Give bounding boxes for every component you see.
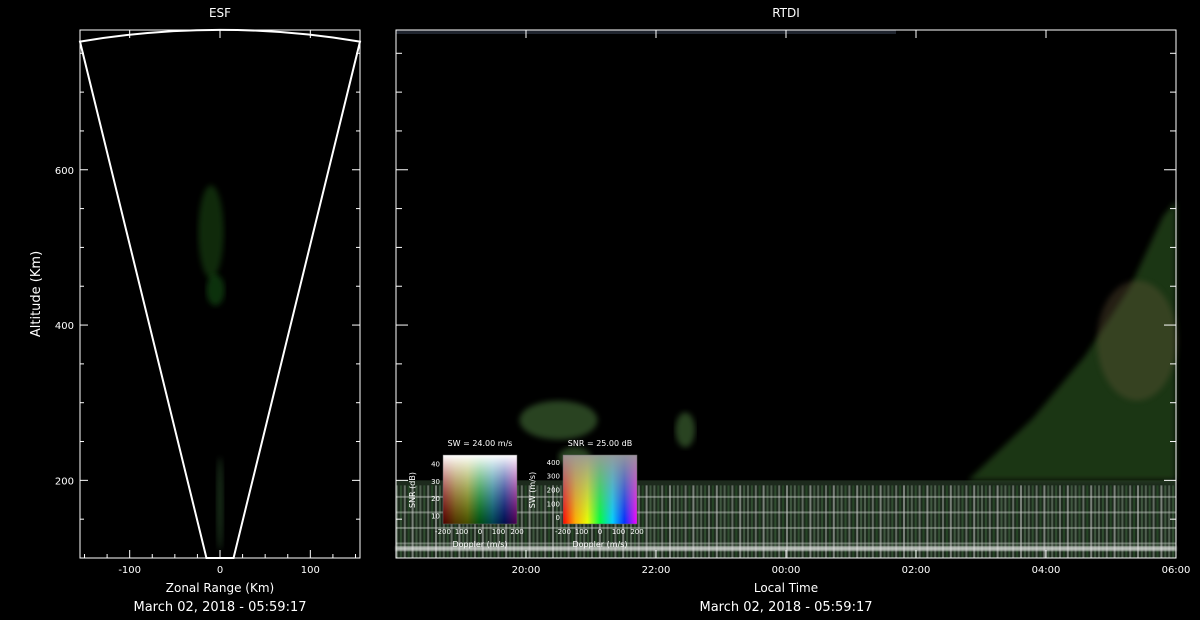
legend-ytick-label: 30 (431, 478, 440, 486)
rtdi-xtick-label: 04:00 (1032, 565, 1061, 576)
legend-sw-ylabel: SNR (dB) (408, 472, 417, 508)
figure-canvas: ESF -100 0 100200400600 Altitude (Km) Zona… (29, 6, 1191, 615)
rtdi-top-noise (396, 30, 896, 34)
legend-snr-grey (563, 455, 637, 524)
esf-echoes (198, 185, 225, 551)
legend-ytick-label: 300 (547, 473, 560, 481)
rtdi-xtick-label: 02:00 (902, 565, 931, 576)
legend-sw-dark (443, 455, 517, 524)
legend-xtick-label: 200 (510, 528, 523, 536)
esf-ytick-label: 200 (55, 476, 74, 487)
esf-ytick-label: 600 (55, 166, 74, 177)
esf-echo (216, 457, 224, 551)
legend-sw-title: SW = 24.00 m/s (448, 439, 513, 448)
legend-ytick-label: 100 (547, 500, 560, 508)
esf-ytick-label: 400 (55, 321, 74, 332)
esf-echo (198, 185, 224, 279)
legend-xtick-label: 100 (455, 528, 468, 536)
esf-xlabel: Zonal Range (Km) (166, 581, 274, 595)
rtdi-xtick-label: 06:00 (1162, 565, 1191, 576)
rtdi-echo-plume-core (1097, 280, 1177, 401)
rtdi-title: RTDI (772, 6, 800, 20)
rtdi-xtick-label: 20:00 (512, 565, 541, 576)
rtdi-echo-patch (675, 412, 695, 448)
rtdi-echo-streak (396, 542, 1176, 545)
esf-panel: ESF -100 0 100 200 400 600 Altitude (Km) Zona… (29, 6, 362, 615)
esf-xtick-label: -100 (118, 565, 141, 576)
esf-xtick-label: 100 (301, 565, 320, 576)
legend-sw-xticks: -200 100 0 100 200 (435, 528, 524, 536)
esf-echo (206, 274, 225, 306)
legend-ytick-label: 40 (431, 461, 440, 469)
legend-xtick-label: 100 (575, 528, 588, 536)
legend-xtick-label: 0 (478, 528, 482, 536)
rtdi-echo-patch (519, 400, 598, 440)
legend-snr-xlabel: Doppler (m/s) (572, 540, 627, 549)
legend-snr-ylabel: SW (m/s) (528, 472, 537, 508)
rtdi-xlabel: Local Time (754, 581, 818, 595)
rtdi-xtick-label: 00:00 (772, 565, 801, 576)
legend-xtick-label: 100 (492, 528, 505, 536)
rtdi-date-caption: March 02, 2018 - 05:59:17 (700, 600, 873, 615)
legend-xtick-label: 100 (612, 528, 625, 536)
legend-sw-xlabel: Doppler (m/s) (452, 540, 507, 549)
legend-ytick-label: 10 (431, 512, 440, 520)
legend-xtick-label: 200 (630, 528, 643, 536)
esf-ylabel: Altitude (Km) (29, 251, 44, 337)
esf-title: ESF (209, 6, 231, 20)
esf-date-caption: March 02, 2018 - 05:59:17 (134, 600, 307, 615)
legend-xtick-label: 0 (598, 528, 602, 536)
rtdi-panel: RTDI 20:00 22:00 00:00 02:00 04:00 06:00 Loca… (395, 6, 1191, 615)
esf-ticks: -100 0 100 200 400 600 (55, 30, 360, 576)
rtdi-xtick-label: 22:00 (642, 565, 671, 576)
legend-ytick-label: 400 (547, 459, 560, 467)
legend-ytick-label: 0 (556, 514, 560, 522)
legend-xtick-label: -200 (555, 528, 571, 536)
legend-ytick-label: 20 (431, 495, 440, 503)
legend-snr-xticks: -200 100 0 100 200 (555, 528, 644, 536)
legend-snr-title: SNR = 25.00 dB (568, 439, 632, 448)
legend-ytick-label: 200 (547, 487, 560, 495)
esf-xtick-label: 0 (217, 565, 223, 576)
legend-xtick-label: -200 (435, 528, 451, 536)
